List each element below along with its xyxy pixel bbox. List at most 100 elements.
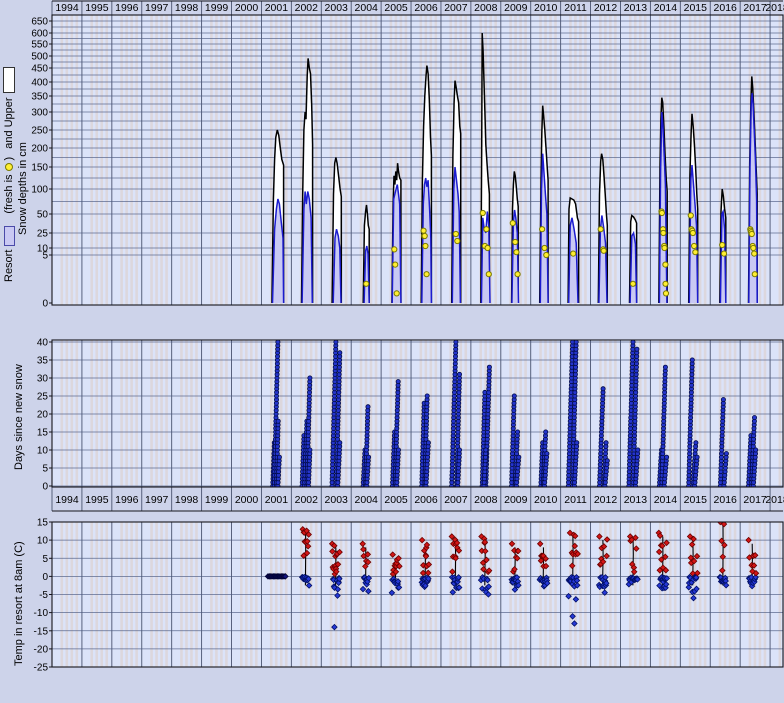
fresh-snow-dot xyxy=(542,245,547,250)
days-dot xyxy=(308,376,312,380)
p3-tick-0: 0 xyxy=(42,572,48,583)
fresh-snow-dot xyxy=(394,291,399,296)
fresh-snow-dot xyxy=(752,251,757,256)
year-label-1994: 1994 xyxy=(55,2,79,14)
year-label-1996: 1996 xyxy=(115,494,139,506)
days-dot xyxy=(308,448,312,452)
days-dot xyxy=(396,448,400,452)
legend-resort-label: Resort xyxy=(3,250,15,282)
year-label-2012: 2012 xyxy=(594,494,618,506)
days-dot xyxy=(276,419,280,423)
p3-tick--5: -5 xyxy=(39,590,48,601)
year-label-2016: 2016 xyxy=(714,2,738,14)
p1-tick-500: 500 xyxy=(31,52,48,63)
year-label-2007: 2007 xyxy=(444,494,468,506)
year-label-2010: 2010 xyxy=(534,494,558,506)
fresh-snow-dot xyxy=(424,272,429,277)
year-label-1998: 1998 xyxy=(175,494,199,506)
year-label-2014: 2014 xyxy=(654,494,678,506)
year-label-2007: 2007 xyxy=(444,2,468,14)
year-label-2015: 2015 xyxy=(684,2,708,14)
year-label-2001: 2001 xyxy=(265,494,289,506)
p1-tick-200: 200 xyxy=(31,144,48,155)
panel3-y-axis-title: Temp in resort at 8am (C) xyxy=(13,541,26,666)
days-dot xyxy=(545,452,549,456)
fresh-snow-dot xyxy=(540,227,545,232)
resort-depth-area-2005 xyxy=(392,185,401,303)
fresh-snow-dot xyxy=(486,272,491,277)
p1-tick-150: 150 xyxy=(31,163,48,174)
p1-tick-25: 25 xyxy=(37,229,49,240)
days-dot xyxy=(516,430,520,434)
days-dot xyxy=(721,398,725,402)
fresh-snow-dot xyxy=(515,272,520,277)
days-dot xyxy=(512,394,516,398)
p1-tick-0: 0 xyxy=(42,299,48,310)
p1-tick-650: 650 xyxy=(31,17,48,28)
days-dot xyxy=(457,372,461,376)
fresh-snow-dot xyxy=(571,251,576,256)
days-dot xyxy=(277,455,281,459)
fresh-snow-dot xyxy=(453,231,458,236)
p2-tick-0: 0 xyxy=(42,482,48,493)
fresh-snow-dot xyxy=(663,262,668,267)
days-dot xyxy=(366,405,370,409)
p3-tick--20: -20 xyxy=(34,644,49,655)
days-dot xyxy=(635,347,639,351)
year-label-2004: 2004 xyxy=(355,2,379,14)
p1-tick-600: 600 xyxy=(31,29,48,40)
days-dot xyxy=(665,455,669,459)
year-label-2006: 2006 xyxy=(414,494,438,506)
year-label-2011: 2011 xyxy=(564,494,587,506)
p3-tick--10: -10 xyxy=(34,608,49,619)
resort-depth-area-2004 xyxy=(364,246,369,303)
fresh-snow-dot xyxy=(630,281,635,286)
days-dot xyxy=(752,416,756,420)
resort-swatch xyxy=(4,226,15,246)
p3-tick--15: -15 xyxy=(34,626,49,637)
year-label-2008: 2008 xyxy=(474,2,498,14)
fresh-snow-dot xyxy=(720,242,725,247)
fresh-snow-dot xyxy=(364,281,369,286)
fresh-snow-dot xyxy=(661,230,666,235)
year-label-2016: 2016 xyxy=(714,494,738,506)
fresh-snow-dot xyxy=(485,245,490,250)
days-dot xyxy=(663,365,667,369)
p1-tick-50: 50 xyxy=(37,210,49,221)
days-dot xyxy=(367,455,371,459)
fresh-snow-dot xyxy=(721,251,726,256)
year-label-2006: 2006 xyxy=(414,2,438,14)
p2-tick-20: 20 xyxy=(37,410,49,421)
p3-tick-5: 5 xyxy=(42,554,48,565)
year-label-2015: 2015 xyxy=(684,494,708,506)
fresh-snow-dot xyxy=(659,210,664,215)
fresh-snow-dot xyxy=(692,243,697,248)
year-label-2013: 2013 xyxy=(624,2,648,14)
p2-tick-10: 10 xyxy=(37,446,49,457)
year-label-1998: 1998 xyxy=(175,2,199,14)
days-dot xyxy=(338,351,342,355)
days-dot xyxy=(338,441,342,445)
fresh-snow-dot xyxy=(484,227,489,232)
p2-tick-35: 35 xyxy=(37,356,49,367)
resort-depth-area-2008 xyxy=(481,212,490,304)
days-dot xyxy=(396,380,400,384)
fresh-snow-dot xyxy=(544,252,549,257)
fresh-snow-dot xyxy=(751,245,756,250)
fresh-snow-dot xyxy=(663,281,668,286)
days-dot xyxy=(484,448,488,452)
days-dot xyxy=(575,441,579,445)
p1-tick-100: 100 xyxy=(31,185,48,196)
legend-fresh-suffix: ) xyxy=(3,157,15,161)
resort-depth-area-2002 xyxy=(302,192,312,304)
fresh-snow-dot xyxy=(662,245,667,250)
fresh-snow-dot xyxy=(422,233,427,238)
year-label-2000: 2000 xyxy=(235,494,259,506)
p1-tick-250: 250 xyxy=(31,126,48,137)
year-label-1994: 1994 xyxy=(55,494,79,506)
year-label-1995: 1995 xyxy=(85,2,109,14)
year-label-2014: 2014 xyxy=(654,2,678,14)
fresh-snow-dot xyxy=(598,227,603,232)
days-dot xyxy=(604,441,608,445)
fresh-snow-dot xyxy=(421,228,426,233)
